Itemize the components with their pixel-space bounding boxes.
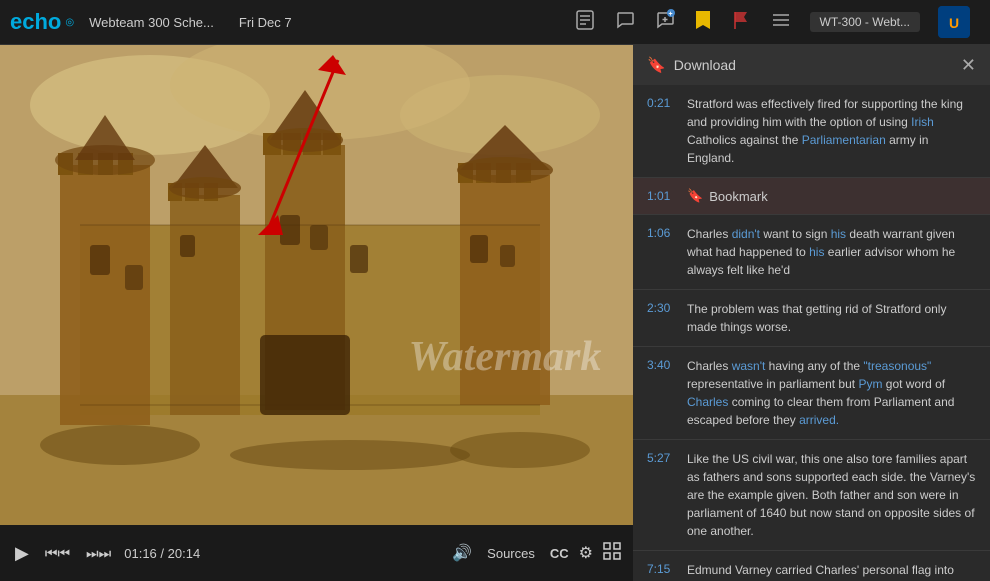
item-text: The problem was that getting rid of Stra… — [687, 302, 946, 334]
list-icon[interactable] — [770, 9, 792, 36]
side-panel: 🔖 Download ✕ 0:21 Stratford was effectiv… — [633, 45, 990, 581]
item-content: The problem was that getting rid of Stra… — [687, 300, 976, 336]
tab-label[interactable]: WT-300 - Webt... — [810, 12, 920, 32]
item-text: Edmund Varney carried Charles' personal … — [687, 563, 954, 581]
svg-text:+: + — [668, 11, 672, 18]
item-text: Charles didn't want to sign his death wa… — [687, 227, 955, 277]
video-controls: ▶ ⏮⏮ ⏭⏭ 01:16 / 20:14 🔊 Sources CC ⚙ — [0, 525, 633, 581]
bookmark-label: 🔖 Bookmark — [687, 188, 976, 204]
item-text: Charles wasn't having any of the "treaso… — [687, 359, 954, 427]
notes-icon[interactable] — [574, 9, 596, 36]
item-content: Edmund Varney carried Charles' personal … — [687, 561, 976, 581]
timestamp: 1:06 — [647, 225, 675, 279]
timestamp: 0:21 — [647, 95, 675, 167]
volume-icon[interactable]: 🔊 — [452, 543, 472, 563]
item-text: Stratford was effectively fired for supp… — [687, 97, 963, 165]
time-display: 01:16 / 20:14 — [124, 546, 200, 561]
echo-logo: echo ◎ — [10, 9, 74, 35]
timeline-item[interactable]: 7:15 Edmund Varney carried Charles' pers… — [633, 551, 990, 581]
settings-button[interactable]: ⚙ — [579, 543, 593, 563]
timestamp: 2:30 — [647, 300, 675, 336]
rewind-button[interactable]: ⏮⏮ — [42, 545, 73, 562]
timestamp: 5:27 — [647, 450, 675, 540]
cc-button[interactable]: CC — [550, 546, 569, 561]
flag-icon[interactable] — [730, 9, 752, 36]
timeline-item[interactable]: 0:21 Stratford was effectively fired for… — [633, 85, 990, 178]
panel-bookmark-icon: 🔖 — [647, 56, 666, 74]
main-content: Watermark ▶ ⏮⏮ ⏭⏭ 01:16 / 20:14 🔊 Source… — [0, 45, 990, 581]
item-text: Like the US civil war, this one also tor… — [687, 452, 975, 538]
panel-header: 🔖 Download ✕ — [633, 45, 990, 85]
forward-button[interactable]: ⏭⏭ — [83, 545, 114, 562]
add-comment-icon[interactable]: + — [654, 9, 676, 36]
video-frame: Watermark — [0, 45, 633, 525]
timeline-item[interactable]: 3:40 Charles wasn't having any of the "t… — [633, 347, 990, 440]
bookmark-text: Bookmark — [709, 189, 768, 204]
panel-close-button[interactable]: ✕ — [961, 55, 976, 76]
item-content: Stratford was effectively fired for supp… — [687, 95, 976, 167]
header-icons: + WT-300 - Webt... U — [574, 6, 970, 38]
course-title: Webteam 300 Sche... — [89, 15, 214, 30]
panel-title: Download — [674, 57, 953, 73]
item-content: Charles didn't want to sign his death wa… — [687, 225, 976, 279]
avatar: U — [938, 6, 970, 38]
header-date: Fri Dec 7 — [239, 15, 292, 30]
timeline-item[interactable]: 2:30 The problem was that getting rid of… — [633, 290, 990, 347]
play-button[interactable]: ▶ — [12, 543, 32, 564]
timeline-list: 0:21 Stratford was effectively fired for… — [633, 85, 990, 581]
bookmark-icon[interactable] — [694, 9, 712, 36]
fullscreen-button[interactable] — [603, 542, 621, 565]
svg-text:U: U — [949, 15, 959, 31]
video-area: Watermark ▶ ⏮⏮ ⏭⏭ 01:16 / 20:14 🔊 Source… — [0, 45, 633, 581]
item-content: 🔖 Bookmark — [687, 188, 976, 204]
bookmark-flag-icon: 🔖 — [687, 188, 703, 204]
timestamp: 1:01 — [647, 188, 675, 204]
timeline-item[interactable]: 1:06 Charles didn't want to sign his dea… — [633, 215, 990, 290]
timestamp: 3:40 — [647, 357, 675, 429]
item-content: Charles wasn't having any of the "treaso… — [687, 357, 976, 429]
chat-icon[interactable] — [614, 9, 636, 36]
item-content: Like the US civil war, this one also tor… — [687, 450, 976, 540]
sources-button[interactable]: Sources — [482, 546, 540, 561]
app-header: echo ◎ Webteam 300 Sche... Fri Dec 7 + W… — [0, 0, 990, 45]
timeline-item[interactable]: 5:27 Like the US civil war, this one als… — [633, 440, 990, 551]
timestamp: 7:15 — [647, 561, 675, 581]
timeline-item-bookmark[interactable]: 1:01 🔖 Bookmark — [633, 178, 990, 215]
